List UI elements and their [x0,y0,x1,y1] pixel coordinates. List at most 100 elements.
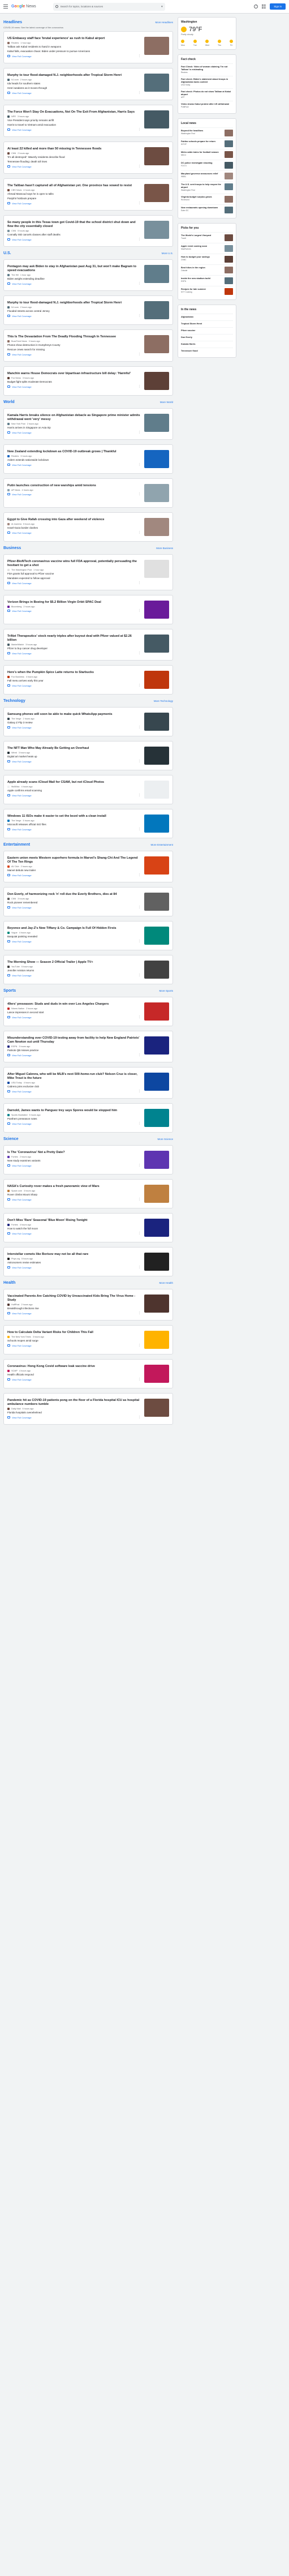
related-headline[interactable]: Jennifer Aniston returns [7,969,141,972]
related-headline[interactable]: Ardern extends nationwide lockdown [7,458,141,462]
story-headline[interactable]: Pandemic hit as COVID-19 patients pong o… [7,1399,141,1407]
full-coverage-link[interactable]: View Full Coverage ⋮ [7,726,141,729]
story-source[interactable]: AV Club [11,865,19,868]
related-headline[interactable]: Cabrera joins exclusive club [7,1085,141,1088]
story-source[interactable]: NPR [11,115,16,118]
related-headline[interactable]: How to watch the full moon [7,1227,141,1231]
more-options-icon[interactable]: ⋮ [138,165,141,168]
more-options-icon[interactable]: ⋮ [138,1164,141,1167]
story-thumbnail[interactable] [144,335,169,353]
story-headline[interactable]: Verizon Brings in Boeing for $5.2 Billio… [7,601,141,605]
more-options-icon[interactable]: ⋮ [138,873,141,877]
story-source[interactable]: Reuters [11,42,19,44]
related-headline[interactable]: FDA grants full approval to Pfizer vacci… [7,572,141,576]
section-subtitle[interactable]: COVID-19 news: See the latest coverage o… [3,26,173,29]
google-news-logo[interactable]: Google News [11,5,36,8]
story-source[interactable]: Phys.org [11,1258,20,1260]
full-coverage-link[interactable]: View Full Coverage ⋮ [7,1416,141,1419]
story-headline[interactable]: This Is The Devastation From The Deadly … [7,335,141,339]
story-source[interactable]: ESPN [11,1045,17,1048]
full-coverage-link[interactable]: View Full Coverage ⋮ [7,431,141,434]
related-headline[interactable]: Health officials respond [7,1373,141,1377]
more-options-icon[interactable]: ⋮ [138,54,141,58]
story-source[interactable]: Forbes [11,1224,18,1226]
full-coverage-link[interactable]: View Full Coverage ⋮ [7,1344,141,1347]
section-title[interactable]: U.S. [3,251,11,255]
sidebar-thumbnail[interactable] [225,162,233,169]
full-coverage-link[interactable]: View Full Coverage ⋮ [7,54,141,58]
related-headline[interactable]: Schools reopen amid surge [7,1339,141,1343]
full-coverage-link[interactable]: View Full Coverage ⋮ [7,828,141,831]
related-headline[interactable]: Marvel debuts new trailer [7,869,141,872]
related-headline[interactable]: Florida hospitals overwhelmed [7,1411,141,1415]
story-source[interactable]: Wired [11,752,17,754]
story-thumbnail[interactable] [144,713,169,731]
full-coverage-link[interactable]: View Full Coverage ⋮ [7,906,141,909]
story-headline[interactable]: Eastern union meets Western superhero fo… [7,856,141,864]
related-headline[interactable]: Panjshir holdouts prepare [7,197,141,200]
story-thumbnail[interactable] [144,635,169,653]
related-headline[interactable]: Mandates expected to follow approval [7,577,141,580]
story-source[interactable]: HuffPost [11,1304,20,1306]
sidebar-story-headline[interactable]: Fact Check: Video of woman claiming 'I'm… [181,66,233,71]
topic-link[interactable]: Don Everly [181,334,233,341]
more-options-icon[interactable]: ⋮ [138,314,141,318]
full-coverage-link[interactable]: View Full Coverage ⋮ [7,91,141,95]
full-coverage-link[interactable]: View Full Coverage ⋮ [7,1090,141,1093]
topic-link[interactable]: Afghanistan [181,314,233,320]
story-headline[interactable]: TriNet Therapeutics' stock nearly triple… [7,635,141,642]
story-thumbnail[interactable] [144,372,169,390]
related-headline[interactable]: Harris arrives in Singapore on Asia trip [7,426,141,430]
apps-icon[interactable] [262,5,266,8]
story-headline[interactable]: New Zealand extending lockdown as COVID-… [7,450,141,454]
story-source[interactable]: Al Jazeera [11,523,21,525]
related-headline[interactable]: Microsoft releases official ISO files [7,823,141,826]
story-thumbnail[interactable] [144,1219,169,1237]
sidebar-story[interactable]: Recipes for late summer NYT Cooking [181,286,233,297]
more-options-icon[interactable]: ⋮ [138,940,141,943]
story-headline[interactable]: Is The 'Coronavirus' Not a Pretty Date? [7,1151,141,1155]
full-coverage-link[interactable]: View Full Coverage ⋮ [7,238,141,241]
story-thumbnail[interactable] [144,1253,169,1271]
sidebar-story[interactable]: Fact Check: Video of woman claiming 'I'm… [181,63,233,76]
story-thumbnail[interactable] [144,1109,169,1127]
story-source[interactable]: CNN [11,152,16,155]
full-coverage-link[interactable]: View Full Coverage ⋮ [7,1198,141,1201]
sidebar-story[interactable]: How to budget your savings CNBC [181,254,233,264]
section-more-link[interactable]: More Sports [159,989,173,992]
full-coverage-link[interactable]: View Full Coverage ⋮ [7,1053,141,1057]
sidebar-thumbnail[interactable] [225,207,233,213]
story-thumbnail[interactable] [144,1002,169,1021]
related-headline[interactable]: Harris to travel to Vietnam amid evacuat… [7,123,141,127]
story-source[interactable]: Fox Business [11,676,24,678]
story-thumbnail[interactable] [144,560,169,578]
sidebar-thumbnail[interactable] [225,130,233,136]
sidebar-story[interactable]: Fairfax schools prepare for return WTOP [181,138,233,149]
sidebar-story-headline[interactable]: Maryland governor announces relief [181,173,222,175]
full-coverage-link[interactable]: View Full Coverage ⋮ [7,1311,141,1315]
sidebar-story[interactable]: Apple event coming soon MacRumors [181,243,233,254]
related-headline[interactable]: Henri weakens as it moves through [7,87,141,90]
related-headline[interactable]: Lance impresses in second start [7,1011,141,1014]
story-headline[interactable]: 49ers' preseason: Studs and duds in win … [7,1002,141,1006]
more-options-icon[interactable]: ⋮ [138,91,141,95]
more-options-icon[interactable]: ⋮ [138,531,141,534]
sidebar-story-headline[interactable]: The U.S. sent troops to help reopen the … [181,183,222,189]
story-headline[interactable]: Manchin warns House Democrats over bipar… [7,372,141,376]
related-headline[interactable]: Pfizer to buy cancer drug developer [7,647,141,650]
sidebar-thumbnail[interactable] [225,256,233,263]
related-headline[interactable]: Photos show destruction in Humphreys Cou… [7,344,141,347]
sidebar-story[interactable]: The U.S. sent troops to help reopen the … [181,181,233,194]
full-coverage-link[interactable]: View Full Coverage ⋮ [7,873,141,877]
story-source[interactable]: CBS News [11,189,21,191]
sidebar-thumbnail[interactable] [225,277,233,284]
related-headline[interactable]: Ahmad Massoud says he is open to talks [7,192,141,196]
search-icon[interactable] [55,5,58,8]
story-thumbnail[interactable] [144,74,169,92]
story-headline[interactable]: Misunderstanding over COVID-19 testing a… [7,1036,141,1044]
more-options-icon[interactable]: ⋮ [138,431,141,434]
story-headline[interactable]: Vaccinated Parents Are Catching COVID by… [7,1295,141,1302]
more-options-icon[interactable]: ⋮ [138,684,141,687]
story-source[interactable]: Fox News [11,377,21,379]
section-more-link[interactable]: More Health [159,1281,173,1284]
